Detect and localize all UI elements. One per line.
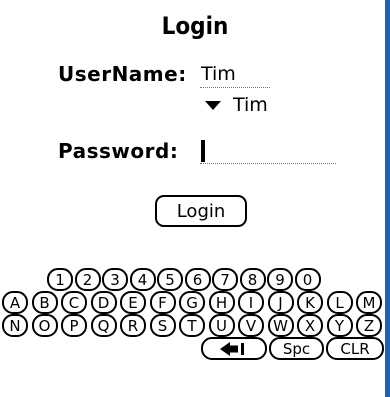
username-field[interactable]: Tim: [201, 63, 236, 85]
key-a[interactable]: A: [2, 291, 28, 314]
username-label: UserName:: [58, 62, 187, 86]
key-8[interactable]: 8: [239, 268, 266, 291]
text-cursor: [201, 140, 205, 162]
space-key[interactable]: Spc: [269, 337, 324, 360]
password-underline: [200, 163, 336, 164]
login-button[interactable]: Login: [155, 195, 247, 227]
key-y[interactable]: Y: [326, 314, 353, 337]
username-dropdown-value: Tim: [233, 94, 268, 116]
username-underline: [200, 87, 270, 88]
key-l[interactable]: L: [326, 291, 353, 314]
key-2[interactable]: 2: [74, 268, 101, 291]
key-u[interactable]: U: [208, 314, 235, 337]
key-w[interactable]: W: [267, 314, 294, 337]
key-v[interactable]: V: [238, 314, 264, 337]
key-g[interactable]: G: [179, 291, 205, 314]
key-c[interactable]: C: [61, 291, 87, 314]
backspace-arrow-icon: [220, 341, 244, 356]
key-j[interactable]: J: [267, 291, 294, 314]
key-m[interactable]: M: [356, 291, 382, 314]
key-o[interactable]: O: [31, 314, 58, 337]
key-7[interactable]: 7: [212, 268, 238, 291]
username-dropdown[interactable]: Tim: [205, 94, 268, 116]
key-r[interactable]: R: [120, 314, 146, 337]
key-p[interactable]: P: [61, 314, 87, 337]
key-s[interactable]: S: [149, 314, 176, 337]
key-t[interactable]: T: [179, 314, 205, 337]
password-label: Password:: [58, 139, 179, 163]
key-4[interactable]: 4: [129, 268, 156, 291]
key-z[interactable]: Z: [356, 314, 382, 337]
key-6[interactable]: 6: [184, 268, 211, 291]
key-d[interactable]: D: [90, 291, 117, 314]
key-n[interactable]: N: [2, 314, 28, 337]
key-3[interactable]: 3: [102, 268, 128, 291]
key-1[interactable]: 1: [47, 268, 73, 291]
login-screen: Login UserName: Tim Tim Password: Login …: [0, 0, 390, 397]
key-k[interactable]: K: [297, 291, 323, 314]
key-q[interactable]: Q: [90, 314, 117, 337]
key-h[interactable]: H: [208, 291, 235, 314]
clear-key[interactable]: CLR: [326, 337, 384, 360]
page-title: Login: [161, 12, 229, 40]
key-9[interactable]: 9: [267, 268, 293, 291]
backspace-key[interactable]: [201, 337, 267, 360]
key-i[interactable]: I: [238, 291, 264, 314]
key-e[interactable]: E: [120, 291, 146, 314]
key-5[interactable]: 5: [157, 268, 183, 291]
key-b[interactable]: B: [31, 291, 58, 314]
key-f[interactable]: F: [149, 291, 176, 314]
key-x[interactable]: X: [297, 314, 323, 337]
dropdown-arrow-icon: [205, 100, 221, 110]
right-edge-bar: [385, 0, 390, 397]
key-0[interactable]: 0: [294, 268, 321, 291]
